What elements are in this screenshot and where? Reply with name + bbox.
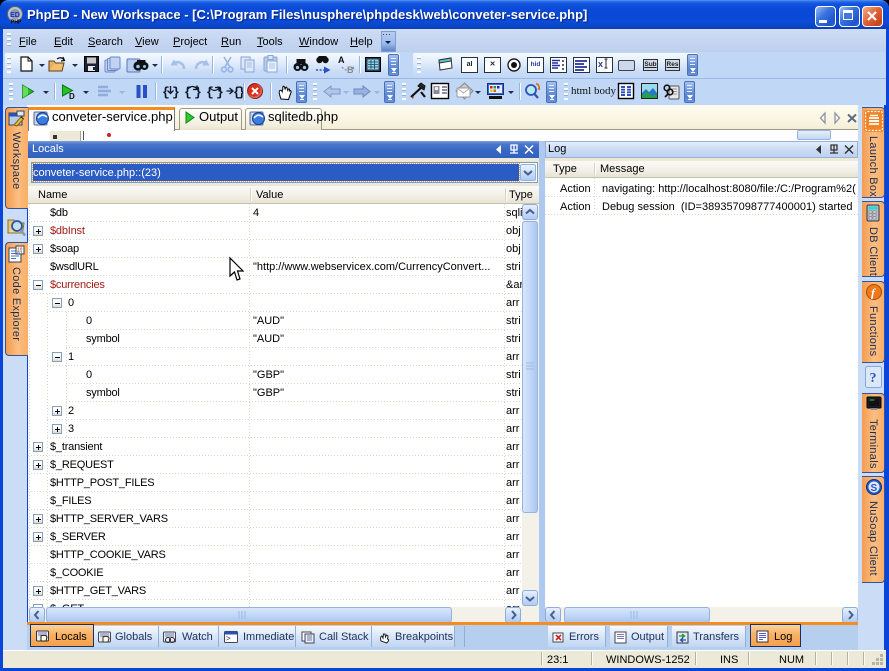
svg-text:01: 01 — [17, 250, 23, 256]
svg-text:ED: ED — [10, 12, 20, 19]
svg-text:S: S — [871, 483, 878, 494]
svg-text:B: B — [347, 65, 354, 75]
svg-text:}: } — [172, 85, 180, 100]
svg-text:D: D — [69, 92, 75, 101]
svg-text:x: x — [598, 59, 603, 69]
svg-text:?: ? — [870, 371, 877, 386]
svg-text:PHP: PHP — [11, 20, 22, 26]
svg-text:{: { — [206, 85, 214, 100]
svg-text:}: } — [238, 85, 246, 100]
svg-text:A: A — [338, 55, 345, 65]
svg-text:>: > — [226, 634, 231, 643]
